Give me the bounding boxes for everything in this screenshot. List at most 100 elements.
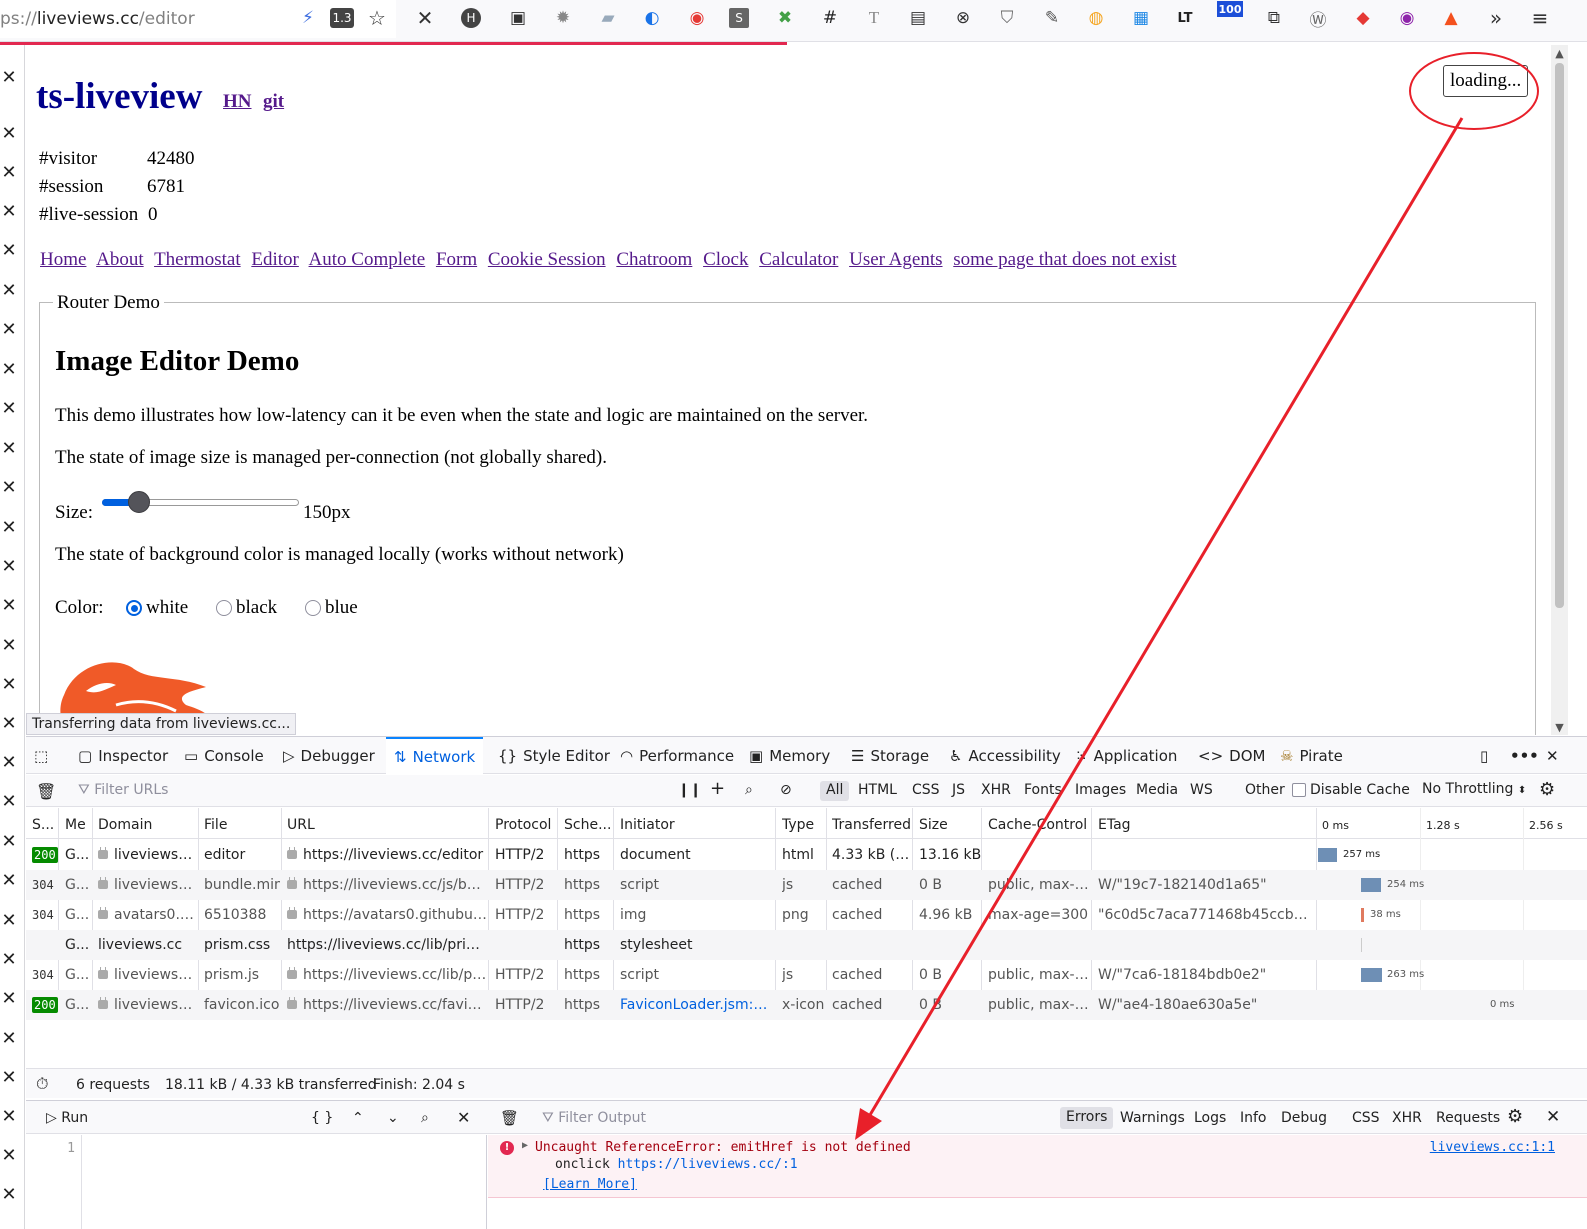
gear-extension-icon[interactable]: ✹ (551, 6, 575, 30)
tab-close-icon[interactable]: ✕ (0, 990, 18, 1008)
tab-close-icon[interactable]: ✕ (0, 951, 18, 969)
level-debug[interactable]: Debug (1281, 1110, 1327, 1126)
cross-tool-icon[interactable]: ✖ (773, 6, 797, 30)
pause-recording-button[interactable]: ❙❙ (678, 782, 701, 798)
row-initiator-link[interactable]: FaviconLoader.jsm:186... (620, 997, 774, 1013)
table-row[interactable]: 304 G... avatars0.gi... 6510388 https://… (26, 900, 1587, 930)
color-radio-black[interactable] (216, 600, 232, 616)
tab-close-icon[interactable]: ✕ (0, 912, 18, 930)
tab-close-icon[interactable]: ✕ (0, 833, 18, 851)
scroll-up-arrow-icon[interactable]: ▲ (1553, 47, 1566, 60)
filter-css[interactable]: CSS (906, 781, 946, 801)
pretty-print-button[interactable]: { } (311, 1110, 333, 1126)
tab-close-icon[interactable]: ✕ (0, 400, 18, 418)
col-status[interactable]: S... (32, 817, 56, 833)
learn-more-link[interactable]: [Learn More] (543, 1177, 637, 1192)
tab-close-icon[interactable]: ✕ (0, 361, 18, 379)
level-logs[interactable]: Logs (1194, 1110, 1226, 1126)
printer-icon[interactable]: ▰ (596, 6, 620, 30)
extension-photo-icon[interactable]: ▣ (506, 6, 530, 30)
tab-close-icon[interactable]: ✕ (0, 282, 18, 300)
col-size[interactable]: Size (919, 817, 948, 833)
search-icon[interactable]: ⌕ (745, 782, 753, 798)
window-icon[interactable]: ▤ (906, 6, 930, 30)
run-button[interactable]: ▷ Run (46, 1110, 88, 1126)
tab-console[interactable]: ▭ Console (184, 737, 264, 774)
text-t-icon[interactable]: T (862, 6, 886, 30)
nav-calculator[interactable]: Calculator (759, 249, 838, 270)
scroll-down-arrow-icon[interactable]: ▼ (1553, 721, 1566, 734)
languagetool-icon[interactable]: LT (1173, 6, 1197, 30)
hamburger-menu-icon[interactable]: ≡ (1528, 6, 1552, 30)
pick-element-button[interactable]: ⬚ (34, 737, 48, 774)
nav-clock[interactable]: Clock (703, 249, 748, 270)
tab-style-editor[interactable]: {} Style Editor (498, 737, 610, 774)
close-icon[interactable]: ✕ (413, 6, 437, 30)
git-link[interactable]: git (263, 91, 284, 113)
network-settings-gear-icon[interactable]: ⚙ (1539, 779, 1555, 800)
filter-output-input[interactable]: ⛛ Filter Output (542, 1110, 646, 1126)
chevron-up-icon[interactable]: ⌃ (352, 1110, 364, 1126)
tab-network[interactable]: ⇅ Network (386, 737, 484, 774)
tab-close-icon[interactable]: ✕ (0, 242, 18, 260)
filter-request-messages[interactable]: Requests (1436, 1110, 1500, 1126)
tab-close-icon[interactable]: ✕ (0, 69, 18, 87)
hn-link[interactable]: HN (223, 91, 252, 113)
col-transferred[interactable]: Transferred (832, 817, 911, 833)
tab-close-icon[interactable]: ✕ (0, 597, 18, 615)
nav-about[interactable]: About (96, 249, 144, 270)
nav-auto-complete[interactable]: Auto Complete (309, 249, 426, 270)
tab-close-icon[interactable]: ✕ (0, 1186, 18, 1204)
col-url[interactable]: URL (287, 817, 315, 833)
s-extension-icon[interactable]: S (729, 8, 749, 28)
col-method[interactable]: Me (65, 817, 86, 833)
hashtag-icon[interactable]: # (818, 6, 842, 30)
col-cache-control[interactable]: Cache-Control (988, 817, 1087, 833)
rocket-icon[interactable]: ▲ (1439, 6, 1463, 30)
tab-close-icon[interactable]: ✕ (0, 321, 18, 339)
color-radio-blue[interactable] (305, 600, 321, 616)
filter-other[interactable]: Other (1239, 781, 1291, 801)
level-warnings[interactable]: Warnings (1120, 1110, 1185, 1126)
color-globe-icon[interactable]: ◍ (1084, 6, 1108, 30)
eyedropper-icon[interactable]: ✎ (1040, 6, 1064, 30)
col-domain[interactable]: Domain (98, 817, 152, 833)
tab-close-icon[interactable]: ✕ (0, 558, 18, 576)
nav-editor[interactable]: Editor (251, 249, 299, 270)
filter-all[interactable]: All (820, 781, 850, 801)
col-type[interactable]: Type (782, 817, 814, 833)
tab-close-icon[interactable]: ✕ (0, 793, 18, 811)
level-info[interactable]: Info (1240, 1110, 1267, 1126)
tab-close-icon[interactable]: ✕ (0, 1069, 18, 1087)
nav-thermostat[interactable]: Thermostat (154, 249, 241, 270)
nav-cookie-session[interactable]: Cookie Session (488, 249, 606, 270)
edge-icon[interactable]: ◐ (640, 6, 664, 30)
filter-media[interactable]: Media (1130, 781, 1184, 801)
tab-pirate[interactable]: ☠ Pirate (1280, 737, 1343, 774)
block-requests-icon[interactable]: ⊘ (780, 782, 792, 798)
overflow-chevron-icon[interactable]: » (1484, 6, 1508, 30)
tab-close-icon[interactable]: ✕ (0, 1030, 18, 1048)
eraser-icon[interactable]: ◆ (1351, 6, 1375, 30)
ublock-icon[interactable]: ⛉ (995, 6, 1019, 30)
tab-close-icon[interactable]: ✕ (0, 1108, 18, 1126)
table-row[interactable]: 200 G... liveviews.cc favicon.ico https:… (26, 990, 1587, 1020)
nav-form[interactable]: Form (436, 249, 477, 270)
nav-chatroom[interactable]: Chatroom (616, 249, 692, 270)
color-radio-white[interactable] (126, 600, 142, 616)
tab-performance[interactable]: ◠ Performance (620, 737, 734, 774)
col-scheme[interactable]: Sche... (564, 817, 611, 833)
nav-missing-page[interactable]: some page that does not exist (953, 249, 1176, 270)
reverse-search-icon[interactable]: ⌕ (421, 1110, 429, 1126)
tab-storage[interactable]: ☰ Storage (851, 737, 929, 774)
filter-css-messages[interactable]: CSS (1352, 1110, 1380, 1126)
filter-fonts[interactable]: Fonts (1018, 781, 1068, 801)
clear-requests-trash-icon[interactable]: 🗑 (36, 782, 56, 801)
tab-close-icon[interactable]: ✕ (0, 125, 18, 143)
tab-close-icon[interactable]: ✕ (0, 1147, 18, 1165)
tab-close-icon[interactable]: ✕ (0, 872, 18, 890)
tab-close-icon[interactable]: ✕ (0, 754, 18, 772)
nav-user-agents[interactable]: User Agents (849, 249, 942, 270)
eye-icon[interactable]: ◉ (1395, 6, 1419, 30)
shield-x-icon[interactable]: ⊗ (951, 6, 975, 30)
